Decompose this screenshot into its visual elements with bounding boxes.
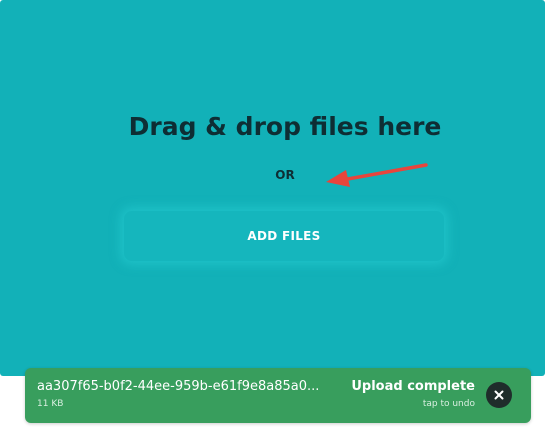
upload-status: Upload complete bbox=[351, 379, 475, 394]
red-arrow-annotation bbox=[326, 163, 428, 187]
undo-hint[interactable]: tap to undo bbox=[375, 399, 475, 409]
close-icon bbox=[494, 390, 504, 400]
or-separator: OR bbox=[275, 168, 295, 182]
dropzone-title: Drag & drop files here bbox=[128, 112, 442, 141]
add-files-button[interactable]: ADD FILES bbox=[124, 211, 444, 261]
uploaded-file-item: aa307f65-b0f2-44ee-959b-e61f9e8a85a0... … bbox=[25, 368, 531, 423]
file-dropzone[interactable]: Drag & drop files here OR ADD FILES bbox=[0, 0, 545, 376]
upload-widget: Drag & drop files here OR ADD FILES aa30… bbox=[0, 0, 551, 439]
file-size: 11 KB bbox=[37, 399, 64, 409]
remove-file-button[interactable] bbox=[486, 382, 512, 408]
file-name: aa307f65-b0f2-44ee-959b-e61f9e8a85a0... bbox=[37, 379, 320, 394]
